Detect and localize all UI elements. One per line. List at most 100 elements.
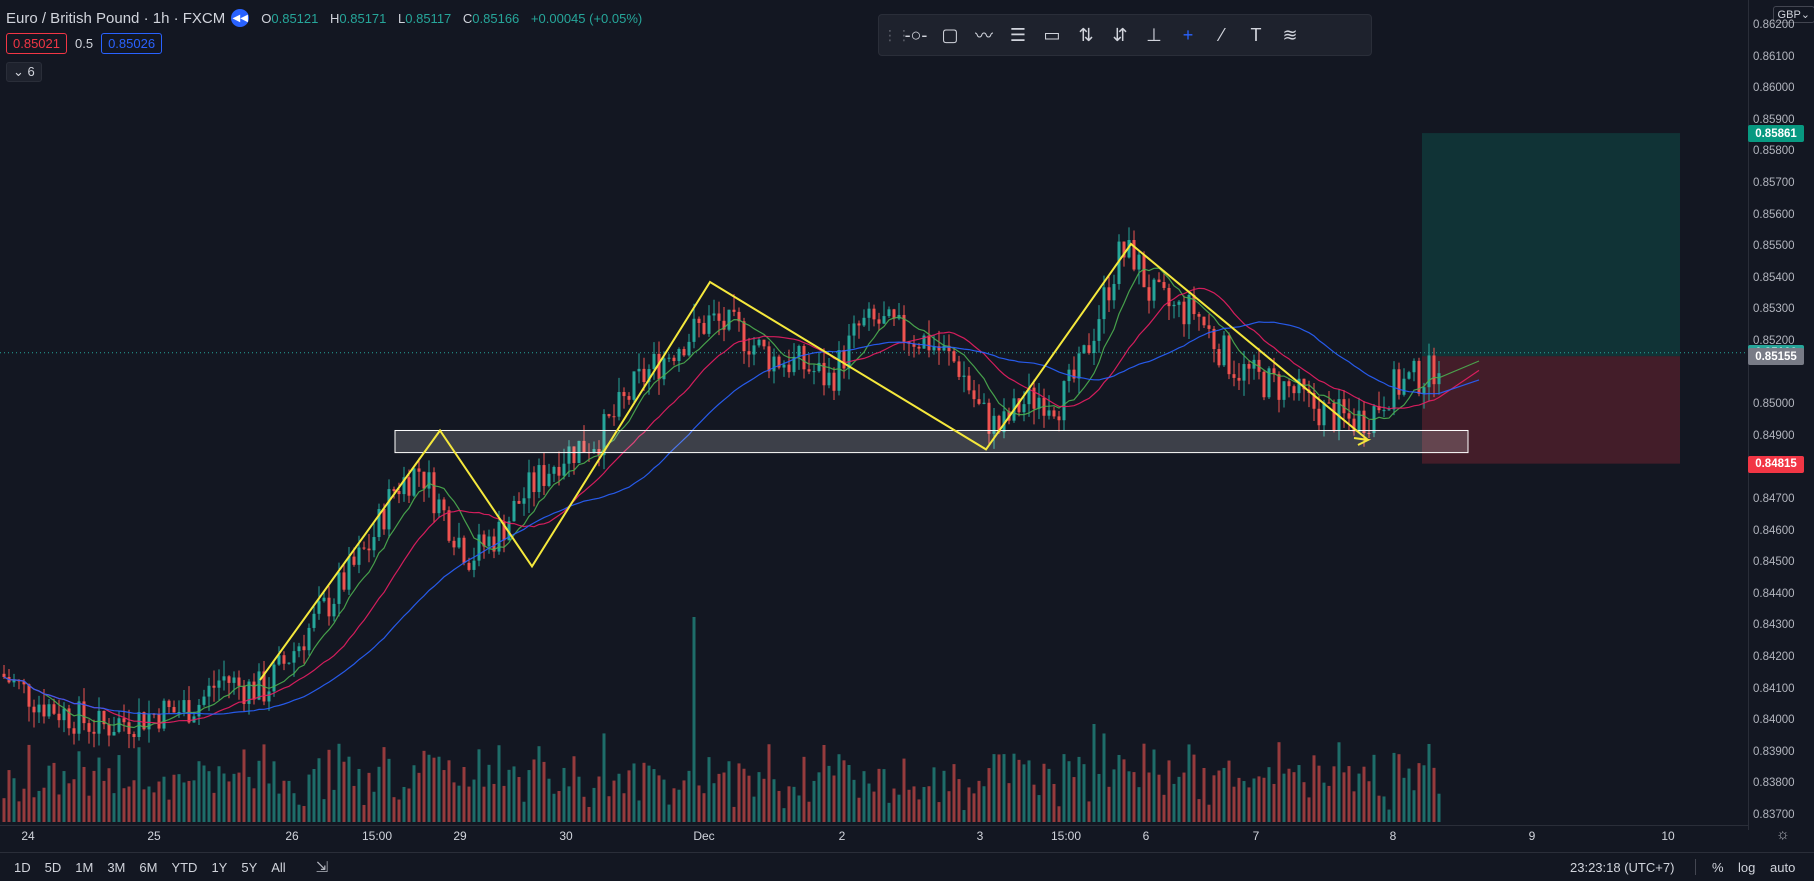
range-1m[interactable]: 1M — [75, 860, 93, 875]
candle-body — [632, 371, 636, 400]
candle-body — [1162, 282, 1166, 288]
volume-bar — [392, 797, 396, 822]
range-1d[interactable]: 1D — [14, 860, 31, 875]
rectangle-icon[interactable]: ▢ — [933, 19, 967, 51]
candle-body — [812, 371, 816, 373]
volume-bar — [762, 778, 766, 822]
symbol-title[interactable]: Euro / British Pound · 1h · FXCM — [6, 10, 225, 27]
candle-body — [12, 680, 16, 683]
long-position-target-zone — [1422, 133, 1680, 357]
range-5d[interactable]: 5D — [45, 860, 62, 875]
candle-body — [92, 731, 96, 734]
volume-bar — [207, 771, 211, 822]
candle-body — [117, 718, 121, 732]
candle-body — [672, 357, 676, 362]
range-3m[interactable]: 3M — [107, 860, 125, 875]
log-toggle[interactable]: log — [1738, 860, 1755, 875]
range-1y[interactable]: 1Y — [211, 860, 227, 875]
callout-icon[interactable]: ▭ — [1035, 19, 1069, 51]
volume-bar — [1087, 801, 1091, 822]
range-5y[interactable]: 5Y — [241, 860, 257, 875]
volume-bar — [912, 786, 916, 822]
volume-bar — [977, 780, 981, 822]
candle-body — [1217, 349, 1221, 366]
volume-bar — [362, 804, 366, 822]
text-icon[interactable]: T — [1239, 19, 1273, 51]
volume-bar — [1412, 790, 1416, 822]
volume-bar — [112, 793, 116, 822]
long-position-icon[interactable]: ⇅ — [1069, 19, 1103, 51]
volume-bar — [42, 787, 46, 822]
candle-body — [237, 677, 241, 686]
candle-body — [627, 396, 631, 400]
candle-body — [517, 500, 521, 504]
chart-canvas[interactable] — [0, 0, 1748, 825]
volume-bar — [1257, 776, 1261, 822]
goto-date-icon[interactable]: ⇲ — [316, 858, 329, 876]
trend-line-icon[interactable]: ⁄ — [1205, 19, 1239, 51]
low-value: 0.85117 — [405, 10, 452, 26]
percent-toggle[interactable]: % — [1712, 860, 1724, 875]
candle-body — [177, 712, 181, 714]
replay-icon[interactable]: ◀◀ — [231, 9, 250, 27]
volume-bar — [127, 786, 131, 822]
volume-bar — [422, 750, 426, 822]
range-ytd[interactable]: YTD — [171, 860, 197, 875]
candle-body — [1422, 387, 1426, 394]
candle-body — [1237, 377, 1241, 381]
volume-bar — [432, 757, 436, 822]
volume-bar — [1032, 784, 1036, 822]
candle-body — [717, 313, 721, 321]
candle-body — [522, 498, 526, 504]
buy-button[interactable]: 0.85026 — [101, 33, 163, 54]
volume-bar — [967, 787, 971, 822]
price-label: 0.84200 — [1753, 651, 1795, 663]
volume-bar — [832, 775, 836, 822]
range-6m[interactable]: 6M — [139, 860, 157, 875]
settings-gear-icon[interactable]: ☼ — [1776, 826, 1790, 843]
moving-average-line — [3, 321, 1480, 715]
price-range-icon[interactable]: ⊥ — [1137, 19, 1171, 51]
candle-body — [1432, 355, 1436, 385]
volume-bar — [707, 757, 711, 822]
candle-body — [352, 556, 356, 565]
parallel-channel-icon[interactable]: ☰ — [1001, 19, 1035, 51]
candle-body — [847, 335, 851, 369]
short-position-icon[interactable]: ⇵ — [1103, 19, 1137, 51]
volume-bar — [1272, 783, 1276, 822]
volume-bar — [697, 785, 701, 822]
auto-toggle[interactable]: auto — [1770, 860, 1795, 875]
price-label: 0.85400 — [1753, 271, 1795, 284]
stop-price-tag: 0.84815 — [1748, 455, 1804, 473]
volume-bar — [817, 772, 821, 822]
candle-body — [292, 651, 296, 663]
clock[interactable]: 23:23:18 (UTC+7) — [1570, 860, 1674, 875]
volume-bar — [1357, 773, 1361, 822]
drag-handle-icon[interactable]: ⋮⋮ — [883, 27, 911, 44]
candle-body — [772, 356, 776, 372]
candle-body — [477, 534, 481, 561]
indicators-toggle[interactable]: ⌄ 6 — [6, 62, 42, 82]
volume-bar — [252, 788, 256, 822]
crosshair-icon[interactable]: + — [1171, 19, 1205, 51]
price-label: 0.84700 — [1753, 493, 1795, 505]
volume-bar — [1187, 744, 1191, 822]
path-icon[interactable]: 〰 — [967, 19, 1001, 51]
sell-button[interactable]: 0.85021 — [6, 33, 67, 54]
range-all[interactable]: All — [271, 860, 285, 875]
candle-body — [952, 351, 956, 362]
volume-bar — [462, 767, 466, 822]
price-label: 0.84000 — [1753, 714, 1795, 727]
candle-body — [287, 662, 291, 664]
candle-body — [1277, 374, 1281, 400]
volume-bar — [1407, 768, 1411, 822]
candle-body — [967, 375, 971, 391]
fib-fan-icon[interactable]: ≋ — [1273, 19, 1307, 51]
volume-bar — [727, 761, 731, 822]
time-axis[interactable]: 24 25 26 15:00 29 30 Dec 2 3 15:00 6 7 8 9 10 — [0, 825, 1748, 846]
horizontal-ray-icon[interactable]: -○- — [899, 19, 933, 51]
volume-bar — [502, 785, 506, 822]
volume-bar — [102, 780, 106, 822]
volume-bar — [12, 778, 16, 822]
price-label: 0.86200 — [1753, 19, 1795, 31]
